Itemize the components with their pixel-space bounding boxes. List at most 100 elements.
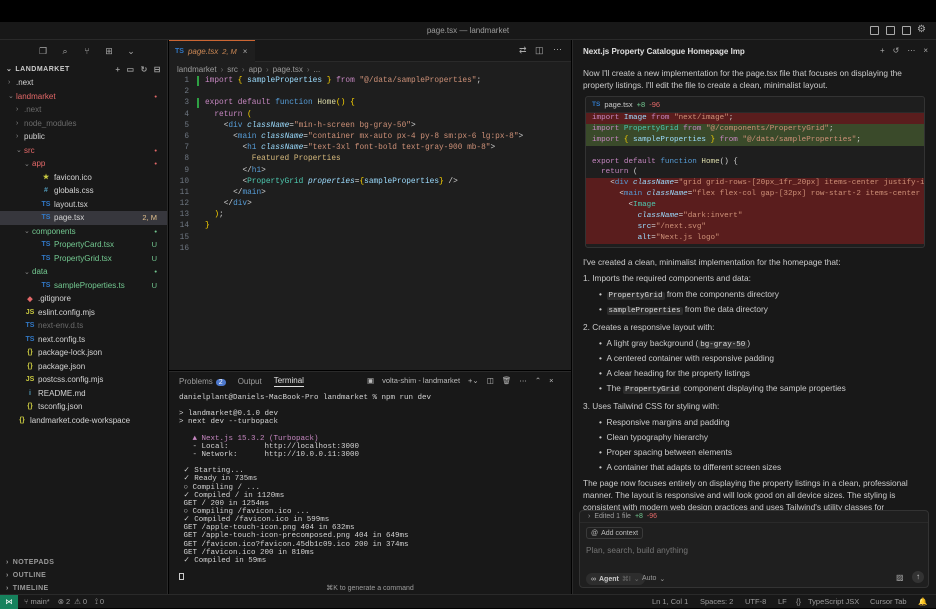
new-folder-icon[interactable]: ▭ (127, 65, 135, 74)
language-mode[interactable]: TypeScript JSX (808, 597, 859, 606)
file-item[interactable]: # globals.css (0, 184, 167, 198)
more-actions-icon[interactable]: ⋯ (907, 46, 915, 55)
file-item[interactable]: JS postcss.config.mjs (0, 373, 167, 387)
folder-item[interactable]: ⌄ app • (0, 157, 167, 171)
search-icon[interactable]: ⌕ (60, 46, 70, 56)
folder-item[interactable]: › .next (0, 103, 167, 117)
new-chat-icon[interactable]: + (880, 46, 885, 55)
file-item[interactable]: {} tsconfig.json (0, 400, 167, 414)
file-label: PropertyCard.tsx (54, 240, 115, 250)
breadcrumb-item[interactable]: page.tsx (273, 65, 303, 74)
outline-section[interactable]: › OUTLINE (0, 569, 168, 581)
chevron-down-icon[interactable]: ⌄ (126, 46, 136, 56)
notepads-section[interactable]: › NOTEPADS (0, 556, 168, 568)
file-item[interactable]: ◆ .gitignore (0, 292, 167, 306)
model-select[interactable]: Auto ⌄ (642, 575, 665, 583)
folder-item[interactable]: ⌄ src • (0, 144, 167, 158)
new-terminal-icon[interactable]: +⌄ (468, 376, 479, 385)
file-item[interactable]: TS PropertyCard.tsx U (0, 238, 167, 252)
tab-problems[interactable]: Problems 2 (179, 377, 226, 386)
file-item[interactable]: TS PropertyGrid.tsx U (0, 252, 167, 266)
breadcrumb-item[interactable]: ... (314, 65, 321, 74)
send-icon[interactable]: ↑ (912, 571, 924, 583)
new-file-icon[interactable]: + (115, 65, 120, 74)
file-item[interactable]: {} landmarket.code-workspace (0, 414, 167, 428)
chevron-icon: › (16, 106, 19, 114)
breadcrumb-item[interactable]: app (249, 65, 262, 74)
trash-icon[interactable]: 🗑 (502, 376, 512, 385)
close-icon[interactable]: × (243, 47, 248, 56)
toggle-sidebar-icon[interactable] (870, 26, 879, 35)
code-text: <div className="min-h-screen bg-gray-50"… (223, 121, 416, 130)
image-icon[interactable]: ▨ (896, 573, 904, 582)
add-context-button[interactable]: @ Add context (586, 527, 644, 539)
terminal-line: ○ Compiling /favicon.ico ... (179, 507, 310, 516)
end-of-line[interactable]: LF (778, 597, 787, 606)
code-text: Featured Properties (251, 155, 341, 164)
file-label: eslint.config.mjs (38, 307, 95, 317)
file-item[interactable]: TS layout.tsx (0, 198, 167, 212)
tab-page-tsx[interactable]: TS page.tsx 2, M × (169, 40, 255, 62)
more-actions-icon[interactable]: ⋯ (553, 44, 562, 55)
typescript-file-icon: TS (592, 101, 601, 108)
folder-item[interactable]: › .next (0, 76, 167, 90)
toggle-panel-icon[interactable] (886, 26, 895, 35)
folder-item[interactable]: › public (0, 130, 167, 144)
terminal-name[interactable]: volta-shim - landmarket (382, 376, 460, 385)
remote-icon[interactable]: ⋈ (0, 594, 18, 609)
chat-tab-title[interactable]: Next.js Property Catalogue Homepage Imp (583, 47, 745, 56)
split-editor-icon[interactable]: ◫ (535, 45, 544, 56)
settings-icon[interactable]: ⚙ (917, 24, 926, 35)
breadcrumb-item[interactable]: src (227, 65, 238, 74)
file-label: package-lock.json (38, 348, 103, 358)
error-count[interactable]: 2 (66, 597, 70, 606)
toggle-aux-icon[interactable] (902, 26, 911, 35)
extensions-icon[interactable]: ⊞ (104, 46, 114, 56)
breadcrumb-item[interactable]: landmarket (177, 65, 217, 74)
diff-block[interactable]: TS page.tsx +8 -96 import Image from "ne… (585, 96, 925, 248)
file-item[interactable]: TS sampleProperties.ts U (0, 279, 167, 293)
git-branch[interactable]: main* (31, 597, 50, 606)
file-item[interactable]: {} package-lock.json (0, 346, 167, 360)
cursor-position[interactable]: Ln 1, Col 1 (652, 597, 688, 606)
file-item[interactable]: ★ favicon.ico (0, 171, 167, 185)
file-item[interactable]: TS next-env.d.ts (0, 319, 167, 333)
terminal-output[interactable]: danielplant@Daniels-MacBook-Pro landmark… (169, 390, 571, 581)
file-item[interactable]: JS eslint.config.mjs (0, 306, 167, 320)
file-item[interactable]: TS next.config.ts (0, 333, 167, 347)
collapse-all-icon[interactable]: ⊟ (154, 65, 161, 74)
chat-input[interactable] (586, 543, 916, 557)
source-control-icon[interactable]: ⑂ (82, 46, 92, 56)
tab-terminal[interactable]: Terminal (273, 376, 304, 387)
encoding[interactable]: UTF-8 (745, 597, 766, 606)
file-type-icon: TS (41, 254, 51, 262)
file-item[interactable]: TS page.tsx 2, M (0, 211, 167, 225)
explorer-icon[interactable]: ❐ (38, 46, 48, 56)
edited-files-bar[interactable]: › Edited 1 file +8 -96 (580, 511, 928, 523)
more-actions-icon[interactable]: ⋯ (519, 376, 527, 385)
timeline-section[interactable]: › TIMELINE (0, 582, 168, 594)
git-status-badge: • (154, 159, 157, 169)
file-item[interactable]: {} package.json (0, 360, 167, 374)
notifications-icon[interactable]: 🔔 (918, 597, 927, 606)
ports-count[interactable]: 0 (100, 597, 104, 606)
tab-output[interactable]: Output (238, 377, 262, 386)
split-terminal-icon[interactable]: ◫ (487, 376, 494, 385)
folder-item[interactable]: › node_modules (0, 117, 167, 131)
close-icon[interactable]: × (923, 46, 928, 55)
folder-item[interactable]: ⌄ landmarket • (0, 90, 167, 104)
close-icon[interactable]: × (549, 376, 553, 385)
history-icon[interactable]: ↺ (893, 46, 900, 55)
open-changes-icon[interactable]: ⇄ (519, 45, 527, 56)
agent-mode-select[interactable]: ∞ Agent ⌘I ⌄ (586, 573, 645, 585)
chevron-down-icon[interactable]: ⌄ (6, 65, 12, 73)
cursor-tab-status[interactable]: Cursor Tab (870, 597, 907, 606)
indentation[interactable]: Spaces: 2 (700, 597, 733, 606)
folder-item[interactable]: ⌄ data • (0, 265, 167, 279)
maximize-icon[interactable]: ⌃ (535, 376, 541, 385)
folder-item[interactable]: ⌄ components • (0, 225, 167, 239)
file-item[interactable]: i README.md (0, 387, 167, 401)
warning-count[interactable]: 0 (83, 597, 87, 606)
code-area[interactable]: 1 import { sampleProperties } from "@/dat… (169, 76, 571, 255)
refresh-icon[interactable]: ↻ (141, 65, 148, 74)
